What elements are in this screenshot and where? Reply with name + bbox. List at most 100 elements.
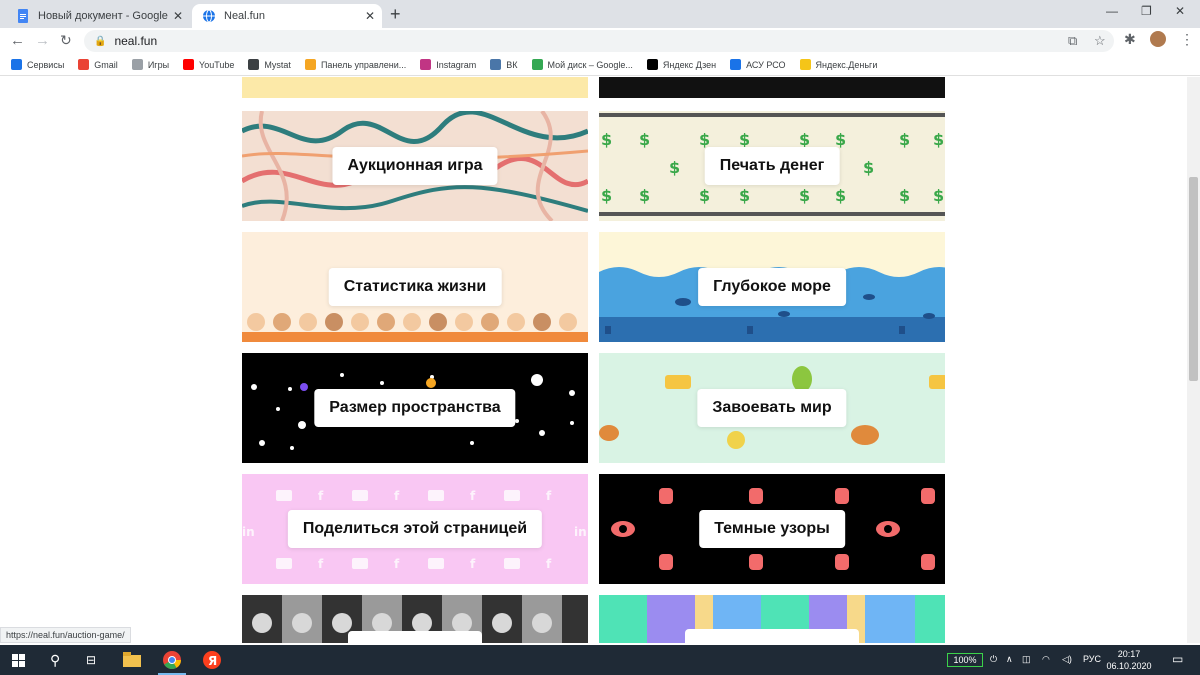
zen-icon: [646, 59, 658, 70]
wifi-icon[interactable]: ◠: [1042, 654, 1050, 665]
card-label: Статистика жизни: [328, 268, 502, 306]
url-text: neal.fun: [114, 34, 158, 48]
bookmark-google-drive[interactable]: Мой диск – Google...: [531, 59, 633, 70]
svg-text:$: $: [601, 130, 612, 149]
apps-grid-icon: [11, 59, 22, 70]
bookmark-vk[interactable]: ВК: [490, 59, 518, 70]
bookmark-asu-rso[interactable]: АСУ РСО: [730, 59, 786, 70]
bookmark-control-panel[interactable]: Панель управлени...: [304, 59, 406, 70]
clock-date: 06.10.2020: [1106, 661, 1152, 671]
bookmark-services[interactable]: Сервисы: [11, 59, 64, 70]
svg-text:in: in: [242, 525, 255, 539]
task-view-icon[interactable]: ⊟: [86, 653, 96, 667]
menu-icon[interactable]: ⋮: [1180, 31, 1194, 48]
minimize-button[interactable]: —: [1106, 4, 1118, 18]
power-plug-icon[interactable]: ⏻: [990, 654, 997, 665]
lock-icon: 🔒: [94, 35, 107, 47]
address-bar[interactable]: 🔒 neal.fun ⧉ ☆: [84, 30, 1114, 52]
card-portraits[interactable]: [242, 595, 588, 643]
svg-text:f: f: [470, 557, 476, 571]
portraits-strip: [242, 595, 588, 643]
folder-icon: [131, 59, 143, 70]
globe-icon: [203, 9, 215, 23]
card-label: Завоевать мир: [697, 389, 847, 427]
windows-start-icon[interactable]: [12, 654, 25, 667]
browser-toolbar: ← → ↻ 🔒 neal.fun ⧉ ☆: [0, 28, 1200, 54]
card-auction-game[interactable]: Аукционная игра: [242, 111, 588, 221]
forward-icon[interactable]: →: [35, 32, 50, 49]
instagram-icon: [420, 59, 432, 70]
card-color-stripes[interactable]: [599, 595, 945, 643]
svg-text:f: f: [546, 557, 552, 571]
back-icon[interactable]: ←: [10, 32, 25, 49]
maximize-button[interactable]: ❐: [1141, 4, 1152, 18]
tab-neal-fun[interactable]: Neal.fun ✕: [192, 4, 382, 28]
bookmark-youtube[interactable]: YouTube: [183, 59, 234, 70]
extensions-icon[interactable]: ✱: [1124, 31, 1136, 48]
windows-taskbar: ⚲ ⊟ Я 100% ⏻ ∧ ◫ ◠ ◁) РУС 20:17 06.10.20…: [0, 645, 1200, 675]
translate-icon[interactable]: ⧉: [1068, 33, 1077, 49]
svg-text:f: f: [318, 489, 324, 503]
svg-text:in: in: [574, 525, 587, 539]
card-share-page[interactable]: f f f f in in f f f f Поделиться этой страницей: [242, 474, 588, 584]
card-label: Глубокое море: [698, 268, 846, 306]
card-top-left[interactable]: [242, 77, 588, 98]
tab-title: Новый документ - Google Докум: [38, 10, 170, 22]
reload-icon[interactable]: ↻: [60, 32, 72, 49]
graduation-cap-icon: [248, 59, 260, 70]
vk-icon: [490, 59, 502, 70]
close-tab-icon[interactable]: ✕: [170, 9, 186, 23]
clock-time: 20:17: [1117, 649, 1141, 659]
card-print-money[interactable]: $ $ $ $ $ $ $ $ $ $ $ $ $ $ $ $ $ $ Печать денег: [599, 111, 945, 221]
close-tab-icon[interactable]: ✕: [362, 9, 378, 23]
page-content: Аукционная игра $ $ $ $ $ $ $ $ $ $ $ $ $ $ $ $ $ $ Печ…: [0, 77, 1200, 643]
search-icon[interactable]: ⚲: [50, 652, 60, 669]
svg-text:$: $: [799, 186, 810, 205]
yandex-money-icon: [799, 59, 811, 70]
svg-text:f: f: [546, 489, 552, 503]
close-window-button[interactable]: ✕: [1175, 4, 1185, 18]
bookmark-yandex-money[interactable]: Яндекс.Деньги: [799, 59, 877, 70]
card-life-stats[interactable]: Статистика жизни: [242, 232, 588, 342]
p-logo-icon: [304, 59, 316, 70]
card-dark-patterns[interactable]: Темные узоры: [599, 474, 945, 584]
file-explorer-icon[interactable]: [123, 652, 141, 667]
clock[interactable]: 20:17 06.10.2020: [1104, 648, 1154, 672]
card-conquer-world[interactable]: Завоевать мир: [599, 353, 945, 463]
card-deep-sea[interactable]: Глубокое море: [599, 232, 945, 342]
youtube-icon: [183, 59, 195, 70]
status-url: https://neal.fun/auction-game/: [0, 627, 131, 643]
bookmark-mystat[interactable]: Mystat: [248, 59, 291, 70]
show-hidden-icons[interactable]: ∧: [1006, 654, 1013, 665]
svg-text:f: f: [394, 489, 400, 503]
volume-icon[interactable]: ◁): [1062, 654, 1072, 665]
document-icon: [730, 59, 742, 70]
new-tab-button[interactable]: +: [390, 4, 401, 25]
chrome-icon[interactable]: [163, 651, 181, 669]
network-icon[interactable]: ◫: [1022, 654, 1031, 665]
battery-indicator[interactable]: 100%: [947, 653, 983, 667]
google-docs-icon: [18, 9, 28, 23]
notifications-icon[interactable]: ▭: [1172, 652, 1183, 666]
scrollbar-thumb[interactable]: [1189, 177, 1198, 381]
bookmark-games[interactable]: Игры: [131, 59, 169, 70]
gmail-icon: [78, 59, 90, 70]
svg-text:f: f: [394, 557, 400, 571]
profile-avatar[interactable]: [1150, 31, 1166, 47]
card-space-size[interactable]: Размер пространства: [242, 353, 588, 463]
input-language[interactable]: РУС: [1083, 654, 1101, 664]
bookmark-instagram[interactable]: Instagram: [420, 59, 476, 70]
yandex-browser-icon[interactable]: Я: [203, 651, 221, 669]
card-label: Темные узоры: [699, 510, 845, 548]
svg-text:$: $: [899, 186, 910, 205]
svg-text:$: $: [933, 186, 944, 205]
card-top-right[interactable]: [599, 77, 945, 98]
google-drive-icon: [531, 59, 543, 70]
bookmark-gmail[interactable]: Gmail: [78, 59, 118, 70]
svg-text:$: $: [639, 130, 650, 149]
card-label: Поделиться этой страницей: [287, 510, 543, 548]
bookmark-star-icon[interactable]: ☆: [1094, 33, 1106, 49]
bookmark-yandex-zen[interactable]: Яндекс Дзен: [646, 59, 716, 70]
page-scrollbar[interactable]: [1187, 77, 1200, 643]
tab-google-docs[interactable]: Новый документ - Google Докум ✕: [8, 4, 190, 28]
